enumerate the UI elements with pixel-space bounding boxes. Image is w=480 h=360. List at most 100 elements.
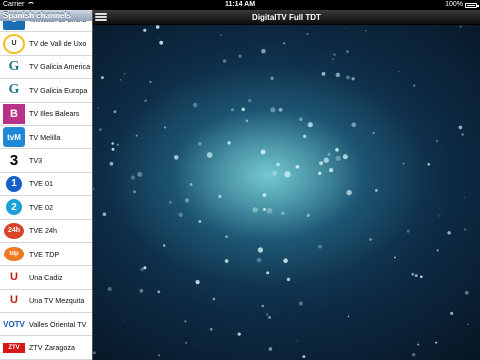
channel-name: TVE 24h [29,226,57,236]
sparkle [393,256,396,259]
sparkle [327,152,331,156]
sparkle [398,70,400,73]
sparkle [276,162,280,167]
sparkle [335,72,341,78]
channel-item[interactable]: 2 TVE 02 [0,196,92,220]
channel-logo-icon: ZTV [3,342,25,353]
channel-item[interactable]: G TV Galicia America [0,56,92,80]
sparkle [417,343,420,346]
sparkle [123,73,126,75]
sparkle [372,131,375,134]
sparkle [227,141,231,145]
sparkle [307,122,313,128]
channel-item[interactable]: tvM TV Melilla [0,126,92,150]
sparkle [342,154,348,160]
sparkle [119,79,121,81]
channel-item[interactable]: B TV Illes Balears [0,103,92,126]
channel-name: TVE TDP [29,249,60,259]
sparkle [212,297,216,301]
channel-name: ZTV Zaragoza [29,343,75,353]
sparkle [135,134,138,137]
sparkle [159,40,164,45]
channel-item[interactable]: 3 TV3 [0,149,92,173]
sparkle [97,107,99,109]
sparkle [298,301,303,306]
sparkle [260,149,266,155]
channel-logo-icon: VOTV [3,314,25,335]
channel-name: TV de Vall de Uxo [29,39,87,49]
sparkle [193,102,198,108]
sparkle [365,30,367,32]
sparkle [345,28,347,30]
sparkle [230,108,234,112]
sparkle [149,80,152,83]
channel-item[interactable]: 1 TVE 01 [0,173,92,197]
sparkle [463,197,465,199]
channel-item[interactable]: U Una TV Mezquita [0,290,92,314]
channel-item[interactable]: U Una Cadiz [0,266,92,290]
sparkle [302,355,306,359]
sparkle [459,25,462,28]
sparkle [224,259,229,263]
sparkle [107,287,112,291]
sparkle [245,119,249,123]
sparkle [268,315,272,319]
sparkle [427,163,431,166]
sparkle [174,155,179,160]
sparkle [218,194,222,199]
sparkle [270,76,274,81]
channel-logo-icon: G [3,56,25,77]
navbar: DigitalTV Full TDT [93,10,480,25]
sparkle [447,231,451,235]
sparkle [132,190,137,194]
sparkle [195,344,197,346]
sparkle [333,53,336,57]
sparkle [178,212,183,218]
sparkle [184,198,190,203]
channel-item[interactable]: tdp TVE TDP [0,243,92,267]
sparkle [266,271,270,275]
sparkle [198,220,202,223]
sparkle-background [93,25,469,360]
battery-percent: 100% [445,1,463,8]
sparkle [306,213,310,217]
sparkle [347,315,350,318]
channel-item[interactable]: ZTV ZTV Zaragoza [0,336,92,360]
sparkle [241,107,245,112]
video-area[interactable]: DigitalTV Full TDT [93,10,480,360]
sparkle [319,161,324,166]
channel-item[interactable]: G TV Galicia Europa [0,79,92,103]
sparkle [93,187,95,191]
channel-name: TVE 01 [29,179,53,189]
sparkle [100,76,104,80]
channel-item[interactable]: 24h TVE 24h [0,220,92,243]
sparkle [220,34,222,36]
channel-name: TV Galicia Europa [29,85,88,95]
sparkle [139,289,144,293]
sparkle [111,147,115,151]
channel-list[interactable]: GTelevision de GironaUTV de Vall de UxoG… [0,10,92,360]
clock: 11:14 AM [224,1,256,8]
channel-item[interactable]: VOTV Valles Oriental TV [0,313,92,337]
sparkle [435,341,438,344]
sparkle [346,75,350,80]
channel-logo-icon: G [3,80,25,101]
sparkle [164,126,167,129]
channel-logo-icon: B [3,103,25,124]
sparkle [436,249,439,252]
sparkle [157,37,159,40]
channel-name: TV Melilla [29,132,61,142]
sparkle [303,134,307,138]
battery-icon [465,2,479,8]
channel-name: TVE 02 [29,202,53,212]
channel-item[interactable]: U TV de Vall de Uxo [0,32,92,56]
sparkle [238,54,242,58]
sparkle [122,319,124,321]
sparkle [252,207,258,213]
sparkle [268,347,273,351]
sparkle [198,141,202,146]
sparkle [284,171,291,178]
battery-indicator: 100% [445,0,479,10]
sparkle [281,211,285,215]
channel-logo-icon: U [3,290,25,311]
